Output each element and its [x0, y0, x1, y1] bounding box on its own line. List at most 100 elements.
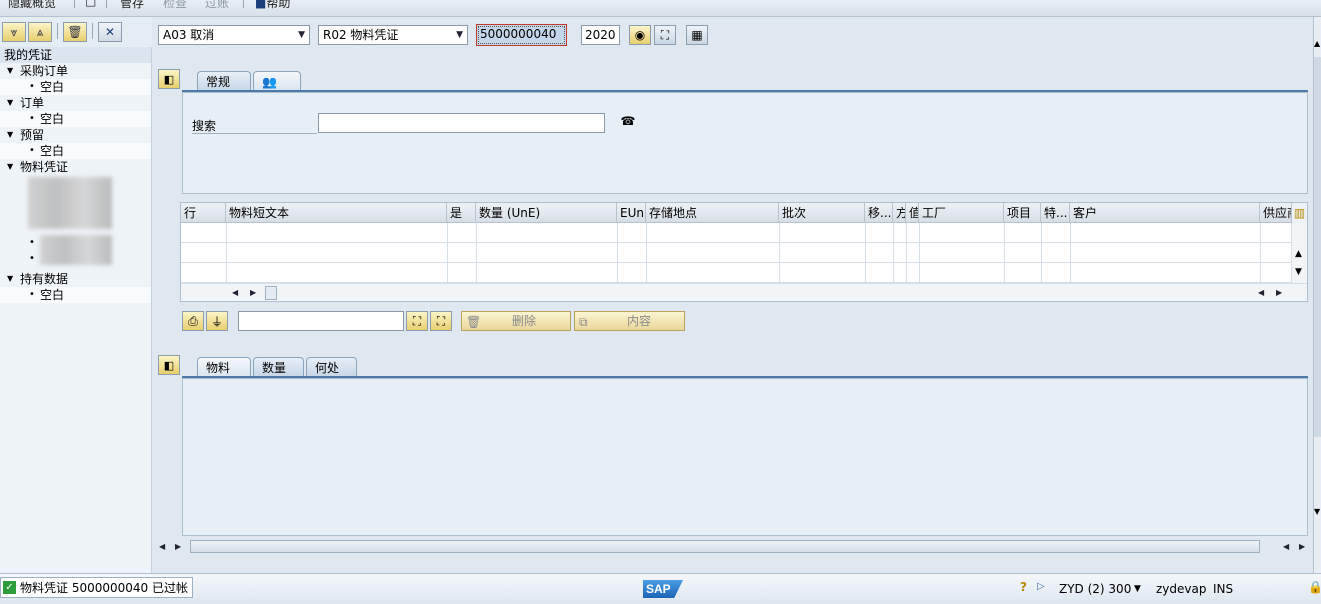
expand-arrow-icon[interactable]: ▼	[7, 63, 13, 79]
detail-toggle-button[interactable]: ◧	[158, 355, 180, 375]
column-header[interactable]: 物料短文本	[226, 203, 447, 223]
column-header[interactable]: 客户	[1070, 203, 1260, 223]
column-header[interactable]: EUn	[617, 203, 646, 223]
scroll-up-icon[interactable]: ▲	[1314, 39, 1320, 48]
table-row[interactable]	[181, 223, 1292, 243]
scroll-right-icon[interactable]: ▶	[175, 542, 181, 551]
collapse-all-button[interactable]: ⩓	[28, 22, 52, 42]
sap-logo: SAP	[643, 580, 683, 598]
column-header[interactable]: 移...	[865, 203, 893, 223]
delete-button[interactable]: 🗑	[63, 22, 87, 42]
tree-node-reservations[interactable]: ▼ 预留	[0, 127, 151, 143]
column-header[interactable]: 工厂	[919, 203, 1004, 223]
column-header[interactable]: 批次	[779, 203, 865, 223]
expand-all-button[interactable]: ⩔	[2, 22, 26, 42]
tree-node-material-docs[interactable]: ▼ 物料凭证	[0, 159, 151, 175]
menu-post[interactable]: 过账	[205, 0, 229, 11]
tree-node-orders[interactable]: ▼ 订单	[0, 95, 151, 111]
tab-material[interactable]: 物料	[197, 357, 251, 377]
help-icon[interactable]: ?	[1020, 580, 1027, 594]
table-row[interactable]	[181, 263, 1292, 283]
column-header[interactable]: 方	[893, 203, 906, 223]
menu-save[interactable]: 管存	[120, 0, 144, 11]
tab-where[interactable]: 何处	[306, 357, 357, 377]
find-next-button[interactable]: ⛶	[430, 311, 452, 331]
tree-node-held-data[interactable]: ▼ 持有数据	[0, 271, 151, 287]
search-input[interactable]	[318, 113, 605, 133]
column-divider	[1070, 223, 1071, 283]
action-select-value: A03 取消	[163, 28, 215, 42]
expand-arrow-icon[interactable]: ▼	[7, 95, 13, 111]
scroll-down-icon[interactable]: ▼	[1314, 507, 1320, 516]
chevron-down-icon[interactable]: ▼	[456, 26, 463, 44]
fiscal-year-input[interactable]: 2020	[581, 25, 620, 45]
close-overview-button[interactable]: ✕	[98, 22, 122, 42]
scroll-left-icon[interactable]: ◀	[1283, 542, 1289, 551]
menu-hide-overview[interactable]: 隐藏概览	[8, 0, 56, 11]
tree-leaf[interactable]: • 空白	[0, 287, 151, 303]
column-header[interactable]: 特...	[1041, 203, 1070, 223]
header-toggle-button[interactable]: ◧	[158, 69, 180, 89]
expand-arrow-icon[interactable]: ▼	[7, 127, 13, 143]
chevron-down-icon[interactable]: ▼	[298, 26, 305, 44]
column-header[interactable]: 存储地点	[646, 203, 779, 223]
execute-button[interactable]: ◉	[629, 25, 651, 45]
scroll-left-icon[interactable]: ◀	[159, 542, 165, 551]
column-header[interactable]: 数量 (UnE)	[476, 203, 617, 223]
tree-header: 我的凭证	[0, 47, 151, 63]
scroll-up-icon[interactable]: ▲	[1295, 249, 1302, 259]
tree-node-purchase-orders[interactable]: ▼ 采购订单	[0, 63, 151, 79]
new-icon[interactable]: □	[85, 0, 96, 8]
table-row[interactable]	[181, 243, 1292, 263]
scroll-thumb[interactable]	[1314, 57, 1321, 437]
print-button[interactable]: ⎙	[182, 311, 204, 331]
tab-general[interactable]: 常规	[197, 71, 251, 91]
find-button[interactable]: ⛶	[654, 25, 676, 45]
delete-row-button[interactable]: 🗑 删除	[461, 311, 571, 331]
scroll-right-icon[interactable]: ▶	[1276, 288, 1282, 297]
success-check-icon: ✓	[3, 581, 16, 594]
input-mode[interactable]: INS	[1213, 582, 1233, 596]
layout-button[interactable]: ▦	[686, 25, 708, 45]
column-config-button[interactable]: ▥	[1292, 203, 1307, 223]
menu-help[interactable]: ■帮助	[255, 0, 290, 11]
column-header[interactable]: 项目	[1004, 203, 1041, 223]
scroll-left-icon[interactable]: ◀	[1258, 288, 1264, 297]
expand-arrow-icon[interactable]: ▼	[7, 159, 13, 175]
column-header[interactable]: 行	[181, 203, 226, 223]
action-select[interactable]: A03 取消 ▼	[158, 25, 310, 45]
column-divider	[476, 223, 477, 283]
scroll-right-icon[interactable]: ▶	[1299, 542, 1305, 551]
filter-button[interactable]: ⏚	[206, 311, 228, 331]
phone-icon: ☎	[620, 114, 636, 128]
tree-leaf[interactable]: • 空白	[0, 111, 151, 127]
table-vscroll[interactable]: ▲ ▼	[1292, 223, 1307, 283]
column-header[interactable]: 是	[447, 203, 476, 223]
status-message[interactable]: ✓ 物料凭证 5000000040 已过帐	[0, 577, 193, 598]
reference-select[interactable]: R02 物料凭证 ▼	[318, 25, 468, 45]
tab-partner[interactable]: 👥	[253, 71, 301, 91]
main-hscroll[interactable]: ◀ ▶ ◀ ▶	[155, 537, 1313, 555]
scroll-thumb[interactable]	[190, 540, 1260, 553]
column-header[interactable]: 供应商	[1260, 203, 1292, 223]
scroll-right-icon[interactable]: ▶	[250, 288, 256, 297]
tab-quantity[interactable]: 数量	[253, 357, 304, 377]
tree-leaf[interactable]: • 空白	[0, 143, 151, 159]
window-vscroll[interactable]: ▲ ▼	[1313, 17, 1321, 573]
system-dropdown-icon[interactable]: ▼	[1134, 584, 1141, 594]
tree-leaf[interactable]: • 空白	[0, 79, 151, 95]
scroll-thumb[interactable]	[265, 286, 277, 300]
menu-check[interactable]: 检查	[163, 0, 187, 11]
document-number-input[interactable]: 5000000040	[476, 24, 567, 46]
expand-arrow-icon[interactable]: ▼	[7, 271, 13, 287]
scroll-left-icon[interactable]: ◀	[232, 288, 238, 297]
table-hscroll[interactable]: ◀ ▶ ◀ ▶	[181, 283, 1307, 301]
phone-search-button[interactable]: ☎	[617, 114, 639, 132]
column-header[interactable]: 值	[906, 203, 919, 223]
find-button[interactable]: ⛶	[406, 311, 428, 331]
scroll-down-icon[interactable]: ▼	[1295, 267, 1302, 277]
status-message-text: 物料凭证 5000000040 已过帐	[20, 581, 188, 595]
content-button[interactable]: ⧉ 内容	[574, 311, 685, 331]
table-find-input[interactable]	[238, 311, 404, 331]
play-icon[interactable]: ▷	[1037, 581, 1045, 592]
